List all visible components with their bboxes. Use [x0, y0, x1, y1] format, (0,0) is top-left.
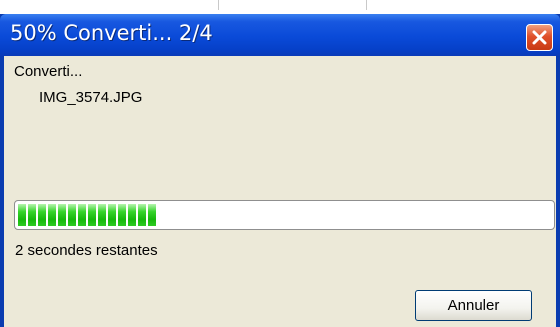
progress-fill [18, 204, 156, 226]
cancel-button[interactable]: Annuler [415, 290, 532, 321]
progress-segment [18, 204, 26, 226]
title-bar[interactable]: 50% Converti... 2/4 [0, 14, 560, 56]
current-file-name: IMG_3574.JPG [39, 89, 143, 106]
close-button[interactable] [526, 24, 553, 51]
progress-segment [88, 204, 96, 226]
progress-bar [14, 200, 555, 230]
progress-segment [78, 204, 86, 226]
progress-segment [48, 204, 56, 226]
background-strip [0, 0, 560, 14]
progress-segment [138, 204, 146, 226]
progress-segment [148, 204, 156, 226]
window-border [556, 56, 560, 327]
progress-segment [58, 204, 66, 226]
progress-segment [98, 204, 106, 226]
close-icon [532, 30, 547, 45]
progress-dialog: 50% Converti... 2/4 Converti... IMG_3574… [0, 14, 560, 327]
divider [366, 0, 367, 10]
divider [218, 0, 219, 10]
dialog-body: Converti... IMG_3574.JPG 2 secondes rest… [4, 56, 556, 327]
progress-segment [68, 204, 76, 226]
progress-segment [28, 204, 36, 226]
time-remaining: 2 secondes restantes [15, 242, 158, 259]
window-title: 50% Converti... 2/4 [10, 21, 213, 45]
progress-segment [128, 204, 136, 226]
progress-segment [38, 204, 46, 226]
progress-segment [108, 204, 116, 226]
progress-segment [118, 204, 126, 226]
status-label: Converti... [14, 63, 83, 80]
